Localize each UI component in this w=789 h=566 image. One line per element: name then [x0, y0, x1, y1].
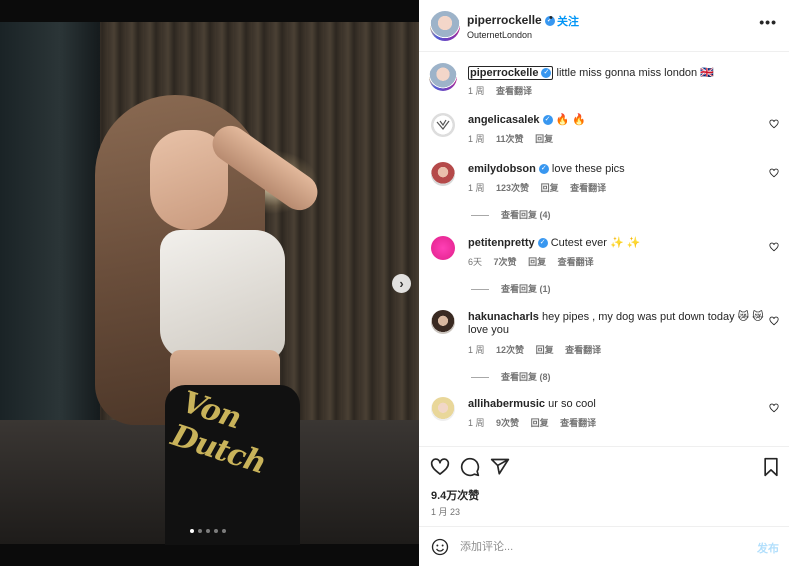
- like-comment-icon[interactable]: [769, 242, 779, 252]
- comment-meta: 1 周 11次赞 回复: [468, 132, 562, 145]
- angel-logo-icon: [436, 119, 450, 130]
- comment-likes[interactable]: 9次赞: [496, 418, 519, 428]
- comment-text: Cutest ever ✨ ✨: [550, 237, 641, 249]
- commenter-avatar[interactable]: [431, 113, 455, 137]
- caption-username[interactable]: piperrockelle ✓: [468, 66, 554, 80]
- photo-top: [160, 230, 285, 360]
- translate-link[interactable]: 查看翻译: [560, 418, 596, 428]
- comment-time: 1 周: [468, 134, 485, 144]
- like-comment-icon[interactable]: [769, 316, 779, 326]
- comment-time: 1 周: [468, 183, 485, 193]
- commenter-avatar[interactable]: [431, 397, 455, 421]
- commenter-avatar[interactable]: [431, 310, 455, 334]
- post-photo[interactable]: Von Dutch ›: [0, 0, 419, 566]
- caption-meta: 1 周 查看翻译: [468, 84, 541, 97]
- author-avatar[interactable]: [430, 11, 460, 41]
- view-replies-link[interactable]: 查看回复 (1): [471, 282, 551, 295]
- share-icon[interactable]: [490, 457, 510, 477]
- comment-text: ur so cool: [548, 398, 596, 410]
- verified-icon: ✓: [541, 68, 552, 79]
- post-date: 1 月 23: [431, 507, 461, 517]
- replies-divider: [471, 215, 489, 217]
- comment-meta: 6天 7次赞 回复 查看翻译: [468, 255, 603, 268]
- commenter-username[interactable]: hakunacharls: [468, 311, 539, 323]
- comment-likes[interactable]: 7次赞: [494, 257, 517, 267]
- comment-text: 🔥 🔥: [555, 114, 587, 126]
- comment-line: hakunacharls hey pipes , my dog was put …: [468, 311, 768, 337]
- carousel-dots: [190, 529, 226, 533]
- carousel-dot: [214, 529, 218, 533]
- translate-link[interactable]: 查看翻译: [565, 345, 601, 355]
- post-location[interactable]: OuternetLondon: [467, 30, 532, 40]
- photo-door: [0, 22, 100, 442]
- comment-line: emilydobson ✓ love these pics: [468, 163, 768, 176]
- comment-time: 1 周: [468, 345, 485, 355]
- comment-likes[interactable]: 123次赞: [496, 183, 529, 193]
- comment-time: 1 周: [468, 418, 485, 428]
- reply-link[interactable]: 回复: [535, 134, 553, 144]
- like-comment-icon[interactable]: [769, 168, 779, 178]
- comment-composer: 发布: [419, 526, 789, 566]
- comment-likes[interactable]: 12次赞: [496, 345, 524, 355]
- reply-link[interactable]: 回复: [531, 418, 549, 428]
- comment-input[interactable]: [460, 538, 720, 556]
- commenter-avatar[interactable]: [431, 236, 455, 260]
- comment-meta: 1 周 123次赞 回复 查看翻译: [468, 181, 615, 194]
- post-header: piperrockelle ✓ • 关注 OuternetLondon •••: [419, 0, 789, 52]
- comment-meta: 1 周 9次赞 回复 查看翻译: [468, 416, 605, 429]
- caption-line: piperrockelle ✓ little miss gonna miss lo…: [468, 66, 768, 80]
- verified-icon: ✓: [542, 115, 553, 126]
- view-replies-link[interactable]: 查看回复 (4): [471, 208, 551, 221]
- comment-line: allihabermusic ur so cool: [468, 398, 768, 411]
- carousel-next-button[interactable]: ›: [392, 274, 411, 293]
- verified-icon: ✓: [537, 238, 548, 249]
- translate-link[interactable]: 查看翻译: [496, 86, 532, 96]
- comments-list[interactable]: piperrockelle ✓ little miss gonna miss lo…: [419, 53, 789, 446]
- likes-count[interactable]: 9.4万次赞: [431, 487, 479, 503]
- like-comment-icon[interactable]: [769, 119, 779, 129]
- carousel-dot: [198, 529, 202, 533]
- caption-avatar[interactable]: [429, 63, 457, 91]
- comment-line: angelicasalek ✓ 🔥 🔥: [468, 114, 768, 127]
- author-username[interactable]: piperrockelle ✓: [467, 13, 555, 27]
- commenter-username[interactable]: petitenpretty: [468, 237, 535, 249]
- comment-icon[interactable]: [460, 457, 480, 477]
- view-replies-link[interactable]: 查看回复 (8): [471, 370, 551, 383]
- comment-meta: 1 周 12次赞 回复 查看翻译: [468, 343, 610, 356]
- replies-divider: [471, 377, 489, 379]
- verified-icon: ✓: [538, 164, 549, 175]
- reply-link[interactable]: 回复: [541, 183, 559, 193]
- post-panel: piperrockelle ✓ • 关注 OuternetLondon ••• p…: [419, 0, 789, 566]
- comment-time: 6天: [468, 257, 483, 267]
- carousel-dot: [190, 529, 194, 533]
- carousel-dot: [222, 529, 226, 533]
- reply-link[interactable]: 回复: [528, 257, 546, 267]
- translate-link[interactable]: 查看翻译: [558, 257, 594, 267]
- translate-link[interactable]: 查看翻译: [570, 183, 606, 193]
- post-comment-button[interactable]: 发布: [757, 540, 779, 556]
- like-comment-icon[interactable]: [769, 403, 779, 413]
- bookmark-icon[interactable]: [761, 457, 781, 477]
- replies-divider: [471, 289, 489, 291]
- commenter-username[interactable]: allihabermusic: [468, 398, 545, 410]
- caption-time: 1 周: [468, 86, 485, 96]
- reply-link[interactable]: 回复: [536, 345, 554, 355]
- carousel-dot: [206, 529, 210, 533]
- follow-button[interactable]: 关注: [557, 13, 579, 29]
- header-separator: •: [549, 12, 553, 24]
- comment-text: love these pics: [551, 163, 625, 175]
- comment-likes[interactable]: 11次赞: [496, 134, 524, 144]
- heart-icon[interactable]: [430, 457, 450, 477]
- post-actions: 9.4万次赞 1 月 23: [419, 446, 789, 526]
- commenter-username[interactable]: emilydobson: [468, 163, 536, 175]
- commenter-avatar[interactable]: [431, 162, 455, 186]
- commenter-username[interactable]: angelicasalek: [468, 114, 540, 126]
- more-options-icon[interactable]: •••: [759, 14, 777, 30]
- comment-line: petitenpretty ✓ Cutest ever ✨ ✨: [468, 237, 768, 250]
- caption-text: little miss gonna miss london 🇬🇧: [556, 67, 714, 79]
- emoji-icon[interactable]: [431, 538, 449, 556]
